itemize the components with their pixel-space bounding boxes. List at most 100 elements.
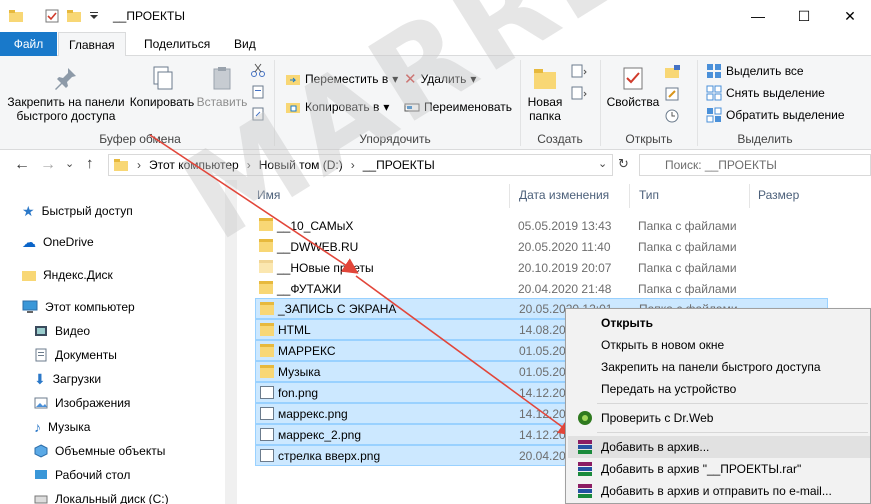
file-row[interactable]: __DWWEB.RU 20.05.2020 11:40 Папка с файлам… [255, 236, 828, 257]
menu-item-add-to-archive[interactable]: Добавить в архив... [568, 436, 870, 458]
chevron-down-icon[interactable] [86, 8, 102, 24]
file-row[interactable]: __10_САМыХ 05.05.2019 13:43 Папка с файлам… [255, 215, 828, 236]
breadcrumb-chevron-icon[interactable]: › [247, 158, 251, 172]
properties-button[interactable]: Свойства [604, 64, 662, 109]
select-none-button[interactable]: Снять выделение [706, 82, 825, 104]
open-icon[interactable] [664, 64, 682, 80]
recent-chevron-icon[interactable]: ⌄ [65, 157, 74, 170]
easy-access-icon[interactable] [570, 86, 588, 102]
menu-item-add-and-email[interactable]: Добавить в архив и отправить по e-mail..… [568, 480, 870, 502]
properties-icon [623, 67, 643, 90]
column-separator[interactable] [509, 184, 510, 208]
nav-local-disk-c[interactable]: Локальный диск (C:) [34, 488, 169, 504]
column-separator[interactable] [629, 184, 630, 208]
nav-videos[interactable]: Видео [34, 320, 90, 342]
copy-to-button[interactable]: Копировать в ▾ [285, 96, 389, 118]
image-file-icon [260, 449, 274, 462]
nav-3d-objects[interactable]: Объемные объекты [34, 440, 165, 462]
invert-selection-label: Обратить выделение [726, 108, 845, 122]
copy-button[interactable]: Копировать [128, 64, 196, 109]
new-item-icon[interactable] [570, 64, 588, 80]
tab-home[interactable]: Главная [58, 32, 126, 57]
copy-folder-icon [286, 103, 300, 113]
address-bar[interactable]: › Этот компьютер › Новый том (D:) › __ПР… [108, 154, 613, 176]
image-file-icon [260, 407, 274, 420]
file-row[interactable]: __НОвые проеты 20.10.2019 20:07 Папка с фа… [255, 257, 828, 278]
nav-pictures[interactable]: Изображения [34, 392, 130, 414]
delete-icon: ✕ [404, 71, 417, 88]
menu-item-open[interactable]: Открыть [568, 312, 870, 334]
star-icon: ★ [22, 202, 35, 219]
menu-item-drweb-scan[interactable]: Проверить с Dr.Web [568, 407, 870, 429]
rename-button[interactable]: Переименовать [404, 96, 512, 118]
up-arrow-icon[interactable]: ↑ [86, 155, 94, 172]
nav-onedrive[interactable]: ☁ OneDrive [22, 231, 94, 253]
ribbon-separator [274, 60, 275, 146]
column-header-size[interactable]: Размер [758, 188, 799, 202]
invert-selection-button[interactable]: Обратить выделение [706, 104, 845, 126]
minimize-button[interactable]: — [735, 0, 781, 32]
folder-icon [259, 281, 273, 294]
column-header-name[interactable]: Имя [257, 188, 280, 202]
tab-file[interactable]: Файл [0, 32, 57, 56]
new-folder-label-2: папка [529, 109, 561, 123]
nav-label: Музыка [48, 420, 91, 434]
tab-share[interactable]: Поделиться [134, 32, 220, 56]
cloud-icon: ☁ [22, 233, 36, 250]
properties-quick-icon[interactable] [44, 8, 60, 24]
menu-label: Добавить в архив и отправить по e-mail..… [601, 484, 832, 498]
file-date: 05.05.2019 13:43 [518, 218, 612, 233]
column-separator[interactable] [749, 184, 750, 208]
file-row[interactable]: __ФУТАЖИ 20.04.2020 21:48 Папка с файлами [255, 278, 828, 299]
chevron-down-icon: ▾ [383, 100, 390, 114]
file-name: маррекс.png [278, 406, 348, 421]
search-input[interactable]: Поиск: __ПРОЕКТЫ [639, 154, 871, 176]
maximize-button[interactable]: ☐ [781, 0, 827, 32]
tab-view[interactable]: Вид [224, 32, 266, 56]
nav-desktop[interactable]: Рабочий стол [34, 464, 130, 486]
nav-yandex-disk[interactable]: Яндекс.Диск [22, 264, 113, 286]
menu-item-add-to-rar[interactable]: Добавить в архив "__ПРОЕКТЫ.rar" [568, 458, 870, 480]
nav-music[interactable]: ♪ Музыка [34, 416, 90, 438]
move-to-button[interactable]: Переместить в ▾ [285, 68, 398, 90]
breadcrumb-current[interactable]: __ПРОЕКТЫ [363, 158, 435, 172]
winrar-icon [578, 462, 592, 476]
ribbon-separator [520, 60, 521, 146]
refresh-icon[interactable]: ↻ [618, 156, 629, 172]
breadcrumb-chevron-icon[interactable]: › [137, 158, 141, 172]
new-folder-button[interactable]: Новая папка [522, 64, 568, 123]
column-header-date[interactable]: Дата изменения [519, 188, 609, 202]
pin-quick-access-button[interactable]: Закрепить на панели быстрого доступа [4, 64, 128, 123]
history-icon[interactable] [664, 108, 682, 124]
folder-icon [259, 218, 273, 231]
close-button[interactable]: ✕ [827, 0, 871, 32]
edit-icon[interactable] [664, 86, 682, 102]
forward-arrow-icon[interactable]: → [40, 156, 56, 174]
menu-item-send-to-device[interactable]: Передать на устройство [568, 378, 870, 400]
menu-label: Закрепить на панели быстрого доступа [601, 360, 821, 374]
menu-item-pin-quick-access[interactable]: Закрепить на панели быстрого доступа [568, 356, 870, 378]
clipboard-group-label: Буфер обмена [99, 132, 181, 146]
cut-icon[interactable] [250, 62, 266, 78]
nav-downloads[interactable]: ⬇ Загрузки [34, 368, 101, 390]
nav-documents[interactable]: Документы [34, 344, 117, 366]
breadcrumb-this-pc[interactable]: Этот компьютер [149, 158, 239, 172]
menu-label: Передать на устройство [601, 382, 737, 396]
address-dropdown-icon[interactable]: ⌄ [598, 157, 607, 170]
menu-item-open-new-window[interactable]: Открыть в новом окне [568, 334, 870, 356]
new-folder-quick-icon[interactable] [66, 8, 82, 24]
breadcrumb-chevron-icon[interactable]: › [351, 158, 355, 172]
paste-shortcut-icon[interactable] [250, 106, 266, 122]
nav-this-pc[interactable]: Этот компьютер [22, 296, 135, 318]
back-arrow-icon[interactable]: ← [14, 156, 30, 174]
breadcrumb-drive[interactable]: Новый том (D:) [259, 158, 343, 172]
nav-quick-access[interactable]: ★ Быстрый доступ [22, 200, 133, 222]
nav-scrollbar[interactable] [225, 180, 237, 504]
menu-label: Добавить в архив... [601, 440, 710, 454]
select-all-button[interactable]: Выделить все [706, 60, 804, 82]
delete-button[interactable]: ✕ Удалить ▾ [404, 68, 476, 90]
copy-path-icon[interactable] [250, 84, 266, 100]
paste-button[interactable]: Вставить [196, 64, 248, 109]
column-header-type[interactable]: Тип [639, 188, 659, 202]
move-folder-icon [286, 75, 300, 85]
